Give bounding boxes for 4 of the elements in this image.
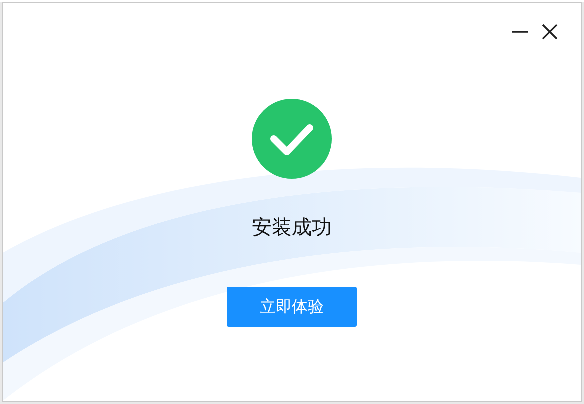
success-check-icon xyxy=(252,99,332,179)
close-button[interactable] xyxy=(541,23,559,41)
start-button[interactable]: 立即体验 xyxy=(227,287,357,327)
status-title: 安装成功 xyxy=(252,214,332,241)
